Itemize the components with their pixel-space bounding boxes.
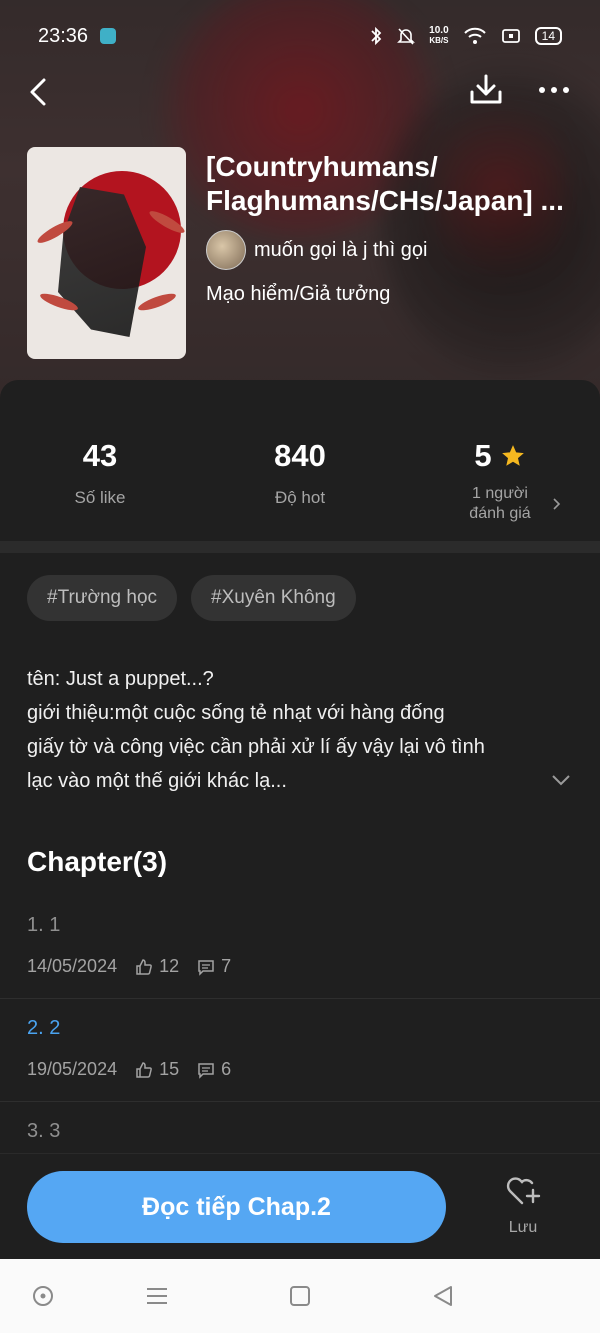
book-genre: Mạo hiểm/Giả tưởng (206, 283, 391, 305)
tag-chip[interactable]: #Xuyên Không (191, 575, 356, 621)
chapter-name: 1. 1 (27, 914, 61, 936)
battery-indicator: 14 (534, 27, 562, 45)
book-title: [Countryhumans/ Flaghumans/CHs/Japan] ..… (206, 151, 564, 216)
author-avatar[interactable] (206, 230, 246, 270)
chapter-date: 19/05/2024 (27, 1059, 118, 1079)
likes-stat: 43 Số like (74, 438, 126, 507)
chapter-likes: 12 (159, 956, 180, 976)
system-navigation-bar (0, 1259, 600, 1333)
chapter-item[interactable]: 2. 2 19/05/2024 15 6 (0, 999, 600, 1102)
chapter-comments: 7 (221, 956, 232, 976)
thumbs-up-icon (136, 1061, 152, 1078)
assistant-icon[interactable] (32, 1285, 54, 1307)
screen-cast-icon (501, 29, 520, 43)
back-triangle-icon[interactable] (432, 1285, 454, 1307)
back-arrow-icon[interactable] (24, 76, 56, 108)
comment-icon (198, 1062, 214, 1079)
notification-app-icon (100, 28, 117, 44)
chapter-likes: 15 (159, 1059, 180, 1079)
author-name[interactable]: muốn gọi là j thì gọi (254, 239, 427, 262)
stats-row: 43 Số like 840 Độ hot 5 1 người đánh giá (0, 380, 600, 540)
chapter-comments: 6 (221, 1059, 232, 1079)
rating-stat[interactable]: 5 1 người đánh giá (400, 380, 600, 540)
description: tên: Just a puppet...? giới thiệu:một cu… (27, 668, 485, 792)
more-options-icon[interactable] (534, 78, 574, 102)
comment-icon (198, 959, 214, 976)
home-square-icon[interactable] (289, 1285, 311, 1307)
rating-value: 5 (474, 438, 492, 473)
menu-icon[interactable] (146, 1285, 168, 1307)
chapters-heading: Chapter(3) (27, 846, 168, 877)
save-button[interactable]: Lưu (490, 1174, 556, 1246)
rating-count-label-2: đánh giá (469, 505, 531, 522)
chapter-name: 3. 3 (27, 1120, 61, 1142)
status-bar: 23:36 10.0 KB/S 14 (0, 0, 600, 72)
star-icon (501, 445, 524, 466)
rating-count-label: 1 người (472, 485, 528, 502)
tag-chip[interactable]: #Trường học (27, 575, 178, 621)
author-row[interactable]: muốn gọi là j thì gọi (206, 230, 427, 270)
save-label: Lưu (508, 1219, 538, 1236)
expand-description-icon[interactable] (550, 772, 572, 788)
top-navigation (0, 72, 600, 132)
thumbs-up-icon (136, 958, 152, 975)
network-speed: 10.0 KB/S (429, 25, 449, 46)
bottom-action-bar: Đọc tiếp Chap.2 Lưu (0, 1153, 600, 1259)
chapter-item[interactable]: 1. 1 14/05/2024 12 7 (0, 896, 600, 999)
chevron-right-icon (553, 498, 561, 510)
chapter-date: 14/05/2024 (27, 956, 118, 976)
section-divider (0, 541, 600, 553)
bluetooth-icon (371, 26, 382, 46)
status-time: 23:36 (38, 24, 89, 47)
chapter-name: 2. 2 (27, 1017, 61, 1039)
hot-stat: 840 Độ hot (274, 438, 326, 507)
tag-list: #Trường học #Xuyên Không (27, 575, 356, 621)
book-cover[interactable] (27, 147, 186, 359)
continue-reading-button[interactable]: Đọc tiếp Chap.2 (27, 1171, 446, 1243)
download-icon[interactable] (468, 72, 504, 108)
wifi-icon (463, 27, 486, 44)
mute-bell-icon (397, 28, 416, 45)
heart-add-icon (506, 1177, 541, 1205)
